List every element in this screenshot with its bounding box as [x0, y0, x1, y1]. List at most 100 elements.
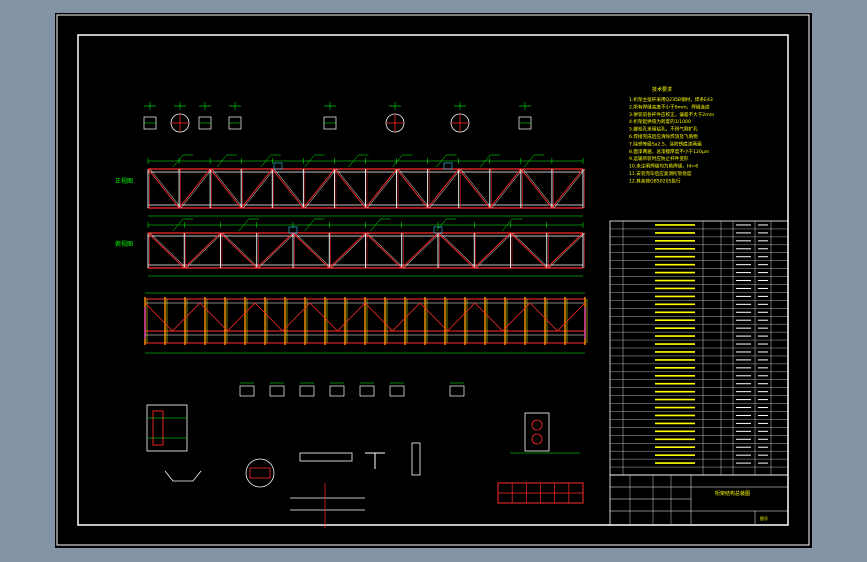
diagonal-member — [209, 168, 242, 209]
plan-bracing — [447, 302, 476, 332]
plan-bracing — [419, 302, 448, 332]
diagonal-member — [396, 168, 429, 209]
diagonal-member — [401, 232, 439, 269]
diagonal-member — [147, 168, 180, 209]
note-line: 3.拼装前各杆件应校正，偏差不大于2mm — [629, 111, 715, 118]
bolt-detail-plate — [249, 467, 271, 479]
diagonal-member-edge — [211, 168, 244, 209]
note-line: 7.除锈等级Sa2.5，涂防锈底漆两遍 — [629, 140, 702, 147]
diagonal-member-edge — [274, 168, 306, 209]
diagonal-member — [520, 168, 553, 209]
profile-shape — [359, 385, 375, 397]
lower-detail-drawings — [146, 382, 584, 528]
diagonal-member — [328, 232, 366, 269]
bearing-bolt — [531, 433, 543, 445]
diagonal-member-edge — [222, 232, 259, 269]
diagonal-member-edge — [258, 232, 296, 269]
diagonal-member-edge — [367, 168, 399, 209]
bearing-detail — [524, 412, 550, 452]
diagonal-member-edge — [512, 232, 549, 269]
diagonal-member — [551, 168, 584, 209]
diagonal-member-edge — [491, 168, 524, 209]
plan-bracing — [172, 302, 201, 332]
plan-bracing — [309, 302, 338, 332]
title-block: 桁架结构总装图 图号 — [609, 474, 789, 526]
bearing-bolt — [531, 419, 543, 431]
diagonal-member — [334, 168, 366, 209]
diagonal-member — [365, 232, 403, 269]
diagonal-member-edge — [476, 232, 513, 269]
plan-bracing — [337, 302, 366, 332]
note-line: 12.其余按GB50205执行 — [629, 177, 681, 184]
node-detail-plate — [152, 410, 164, 446]
diagonal-member — [437, 232, 475, 269]
plan-bracing — [227, 302, 256, 332]
profile-shape — [299, 385, 315, 397]
note-line: 6.焊接完成后应清除焊渣及飞溅物 — [629, 133, 698, 140]
diagonal-member-edge — [553, 168, 586, 209]
diagonal-member — [220, 232, 258, 269]
beam-section — [299, 452, 353, 462]
note-line: 8.面漆两遍，总漆膜厚度不小于120μm — [629, 148, 710, 155]
diagonal-member — [302, 168, 335, 209]
truss-plan-view — [147, 218, 586, 277]
diagonal-member-edge — [294, 232, 332, 269]
cad-viewport[interactable]: 正视图 俯视图 技术要求 1.桁架主弦杆采用Q235B钢材，焊条E43 2.所有焊… — [55, 13, 812, 548]
plan-bracing — [502, 302, 531, 332]
diagonal-member — [510, 232, 548, 269]
diagonal-member — [292, 232, 330, 269]
angle-section — [411, 442, 421, 476]
plan-bracing — [529, 302, 558, 332]
plan-bracing — [474, 302, 503, 332]
notes-list: 1.桁架主弦杆采用Q235B钢材，焊条E432.所有焊缝高度不小于6mm，焊缝连… — [629, 96, 715, 184]
plan-bracing — [199, 302, 228, 332]
plan-bracing — [144, 302, 173, 332]
truss-elevation-view — [147, 154, 586, 217]
diagonal-member — [240, 168, 273, 209]
note-line: 11.安装完毕后应复测桁架挠度 — [629, 170, 692, 177]
diagonal-member-edge — [180, 168, 213, 209]
technical-notes: 技术要求 1.桁架主弦杆采用Q235B钢材，焊条E432.所有焊缝高度不小于6m… — [629, 86, 715, 184]
outer-frame — [56, 14, 810, 546]
diagonal-member-edge — [403, 232, 441, 269]
profile-shape — [239, 385, 255, 397]
profile-shape — [389, 385, 405, 397]
parts-list-table — [609, 220, 789, 476]
note-line: 1.桁架主弦杆采用Q235B钢材，焊条E43 — [629, 96, 713, 103]
note-line: 10.未注明焊缝均为角焊缝，hf=6 — [629, 163, 698, 170]
diagonal-member — [147, 232, 185, 269]
view-label-plan: 俯视图 — [115, 240, 133, 248]
plan-bracing — [282, 302, 311, 332]
profile-shape — [449, 385, 465, 397]
diagonal-member-edge — [460, 168, 492, 209]
diagonal-member-edge — [429, 168, 461, 209]
diagonal-member-edge — [186, 232, 223, 269]
diagonal-member — [546, 232, 584, 269]
diagonal-member-edge — [305, 168, 337, 209]
drawing-title: 桁架结构总装图 — [715, 490, 750, 497]
diagonal-member — [458, 168, 491, 209]
view-label-elevation: 正视图 — [115, 177, 133, 185]
truss-bottom-plan-view — [144, 292, 588, 354]
diagonal-member-edge — [367, 232, 404, 269]
diagonal-member-edge — [522, 168, 555, 209]
diagonal-member-edge — [331, 232, 368, 269]
diagonal-member — [183, 232, 221, 269]
diagonal-member-edge — [336, 168, 368, 209]
diagonal-member — [365, 168, 397, 209]
diagonal-member — [473, 232, 511, 269]
section-detail-row — [143, 102, 532, 133]
profile-shape — [329, 385, 345, 397]
diagonal-member-edge — [548, 232, 586, 269]
sheet-label: 图号 — [760, 515, 768, 521]
diagonal-member — [271, 168, 304, 209]
plan-bracing — [364, 302, 393, 332]
diagonal-member-edge — [398, 168, 430, 209]
diagonal-member-edge — [243, 168, 275, 209]
plan-bracing — [254, 302, 283, 332]
profile-shape — [269, 385, 285, 397]
diagonal-member-edge — [149, 168, 182, 209]
note-line: 2.所有焊缝高度不小于6mm，焊缝连续 — [629, 103, 710, 110]
connection-plate — [443, 162, 453, 170]
note-line: 4.桁架起拱值为跨度的1/1000 — [629, 118, 691, 125]
